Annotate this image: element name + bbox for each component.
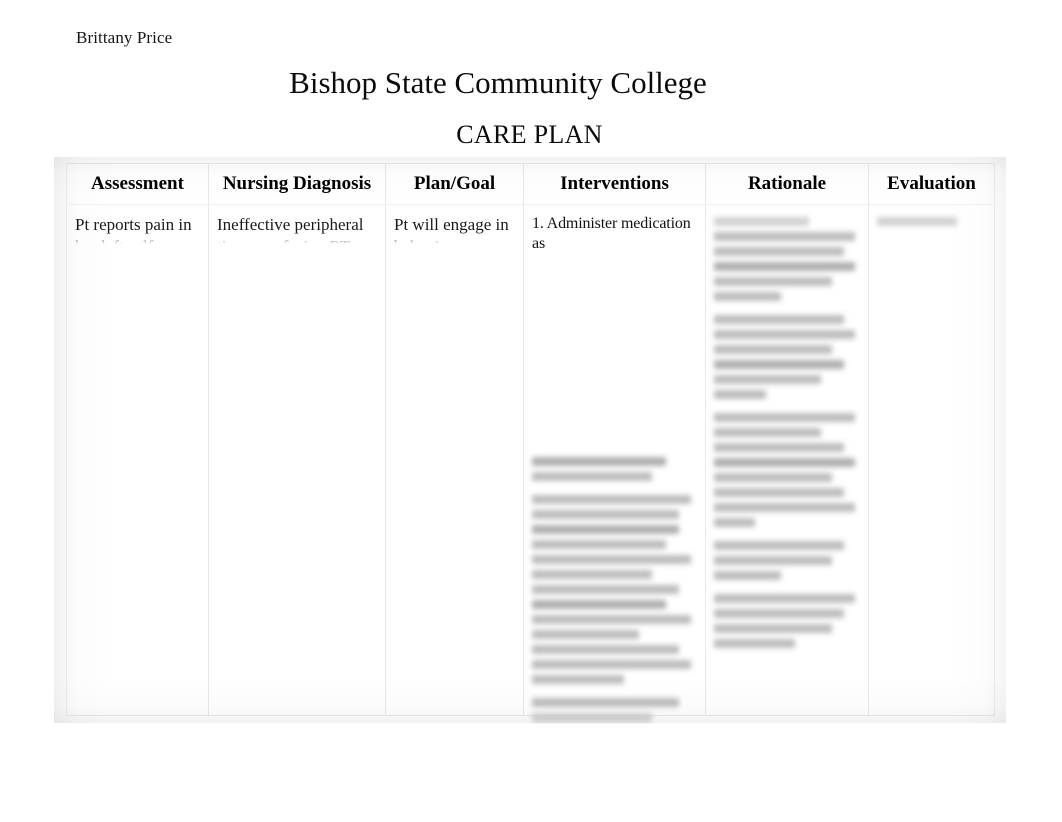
- column-header-diagnosis: Nursing Diagnosis: [208, 163, 386, 205]
- rationale-illegible-text: [714, 217, 862, 662]
- column-header-rationale: Rationale: [705, 163, 869, 205]
- cell-assessment: Pt reports pain in her left calf: [66, 204, 209, 716]
- care-plan-table-wrapper: Assessment Nursing Diagnosis Plan/Goal I…: [54, 157, 1006, 723]
- diagnosis-line-1: Ineffective peripheral: [217, 215, 364, 234]
- interventions-line-1: 1. Administer medication as: [532, 215, 691, 252]
- document-subtitle: CARE PLAN: [456, 120, 603, 149]
- diagnosis-line-2: tissue profusion RT: [217, 236, 379, 245]
- interventions-illegible-text: [532, 457, 699, 724]
- cell-nursing-diagnosis: Ineffective peripheral tissue profusion …: [208, 204, 386, 716]
- column-header-interventions: Interventions: [523, 163, 706, 205]
- column-header-evaluation: Evaluation: [868, 163, 995, 205]
- diagnosis-text: Ineffective peripheral tissue profusion …: [217, 214, 379, 244]
- cell-plan-goal: Pt will engage in behaviors or: [385, 204, 524, 716]
- plan-goal-line-1: Pt will engage in: [394, 215, 509, 234]
- column-header-plan-goal: Plan/Goal: [385, 163, 524, 205]
- cell-interventions: 1. Administer medication as: [523, 204, 706, 722]
- plan-goal-text: Pt will engage in behaviors or: [394, 214, 517, 244]
- assessment-text: Pt reports pain in her left calf: [75, 214, 202, 244]
- plan-goal-line-2: behaviors or: [394, 236, 517, 245]
- evaluation-illegible-text: [877, 217, 988, 240]
- document-page: Brittany Price Bishop State Community Co…: [0, 0, 1062, 822]
- cell-evaluation: [868, 204, 995, 716]
- author-name: Brittany Price: [76, 28, 173, 47]
- assessment-line-1: Pt reports pain in: [75, 215, 192, 234]
- cell-rationale: [705, 204, 869, 716]
- care-plan-table: Assessment Nursing Diagnosis Plan/Goal I…: [66, 163, 995, 722]
- column-header-assessment: Assessment: [66, 163, 209, 205]
- interventions-text: 1. Administer medication as: [532, 214, 699, 254]
- table-row: Pt reports pain in her left calf Ineffec…: [66, 204, 995, 722]
- assessment-line-2: her left calf: [75, 236, 202, 245]
- table-header-row: Assessment Nursing Diagnosis Plan/Goal I…: [66, 163, 995, 205]
- institution-title: Bishop State Community College: [289, 65, 707, 100]
